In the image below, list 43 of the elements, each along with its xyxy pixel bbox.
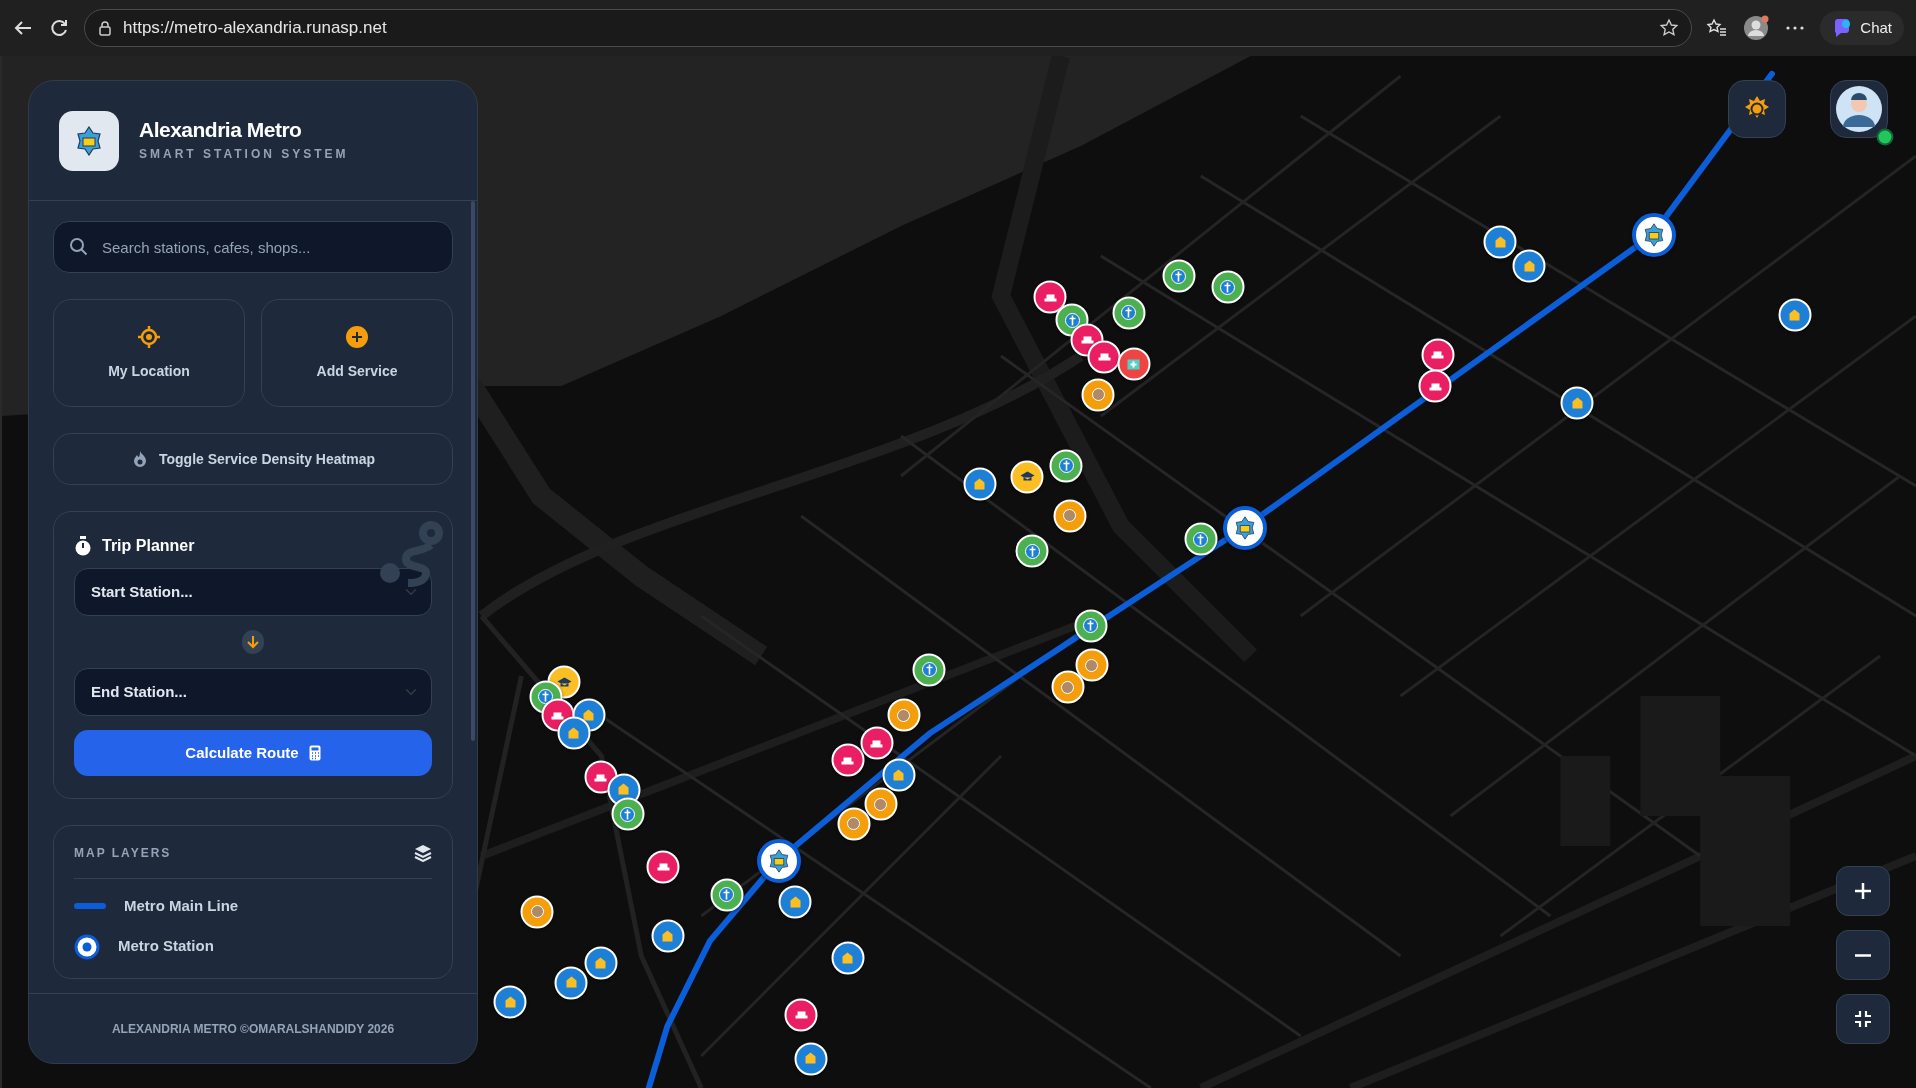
zoom-in-button[interactable]	[1836, 866, 1890, 916]
calculator-icon	[308, 745, 321, 761]
my-location-button[interactable]: My Location	[53, 299, 245, 407]
station-swatch-icon	[74, 933, 100, 960]
avatar-icon	[1835, 85, 1883, 133]
line-swatch-icon	[74, 903, 106, 910]
end-station-select[interactable]: End Station...	[74, 668, 432, 716]
avatar-button[interactable]	[1830, 80, 1888, 138]
stopwatch-icon	[74, 536, 92, 556]
profile-icon[interactable]	[1742, 14, 1771, 42]
address-bar[interactable]: https://metro-alexandria.runasp.net	[84, 9, 1693, 47]
minus-icon	[1854, 953, 1872, 957]
exit-fullscreen-button[interactable]	[1836, 994, 1890, 1044]
lock-icon	[97, 20, 113, 36]
chat-button[interactable]: Chat	[1820, 10, 1904, 46]
search-icon	[69, 237, 89, 257]
logo-icon	[74, 125, 104, 156]
swap-button[interactable]	[242, 630, 264, 654]
app-subtitle: SMART STATION SYSTEM	[139, 146, 349, 164]
layer-label: Metro Station	[118, 936, 214, 957]
refresh-icon[interactable]	[48, 17, 70, 39]
layer-label: Metro Main Line	[124, 896, 239, 916]
layers-icon	[414, 844, 432, 862]
plus-icon	[1854, 882, 1872, 900]
start-station-select[interactable]: Start Station...	[74, 568, 432, 616]
star-icon[interactable]	[1659, 18, 1680, 38]
favorites-icon[interactable]	[1706, 17, 1729, 39]
plus-circle-icon	[345, 324, 369, 349]
heatmap-toggle-button[interactable]: Toggle Service Density Heatmap	[53, 433, 453, 485]
calculate-route-button[interactable]: Calculate Route	[74, 730, 432, 776]
trip-planner-title: Trip Planner	[102, 536, 195, 556]
map-layers-title: MAP LAYERS	[74, 845, 172, 862]
url-text: https://metro-alexandria.runasp.net	[123, 17, 388, 40]
chat-icon	[1832, 18, 1853, 38]
crosshair-icon	[137, 324, 161, 349]
add-service-button[interactable]: Add Service	[261, 299, 453, 407]
exit-fullscreen-icon	[1854, 1010, 1872, 1028]
search-field[interactable]: Search stations, cafes, shops...	[53, 221, 453, 273]
scrollbar[interactable]	[471, 201, 475, 741]
theme-toggle-button[interactable]	[1728, 80, 1786, 138]
app-title: Alexandria Metro	[139, 117, 303, 142]
arrow-down-icon	[247, 635, 259, 649]
footer-text: ALEXANDRIA METRO ©OMARALSHANDIDY 2026	[111, 1020, 395, 1038]
